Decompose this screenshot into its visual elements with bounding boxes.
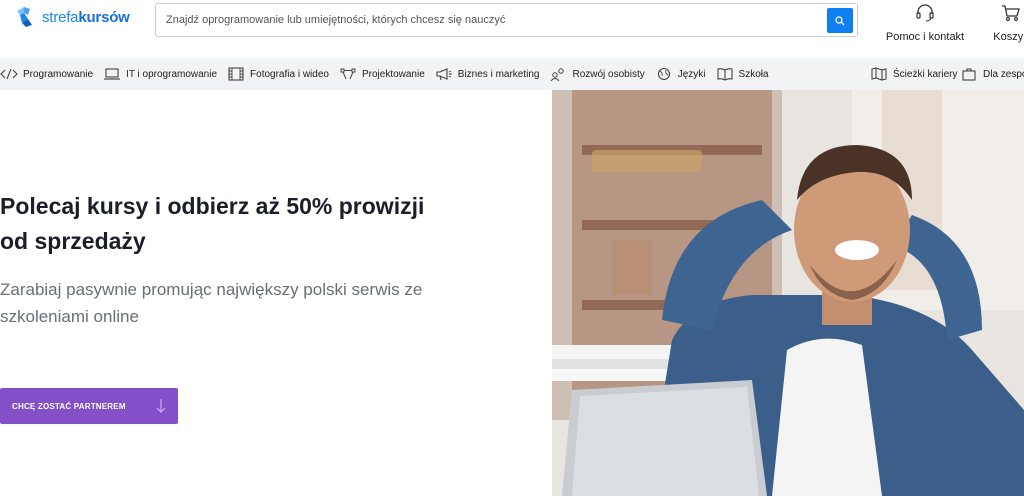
category-it[interactable]: IT i oprogramowanie [103, 58, 217, 90]
hero-subtitle: Zarabiaj pasywnie promując największy po… [0, 276, 470, 330]
nav-teams-label: Dla zespo [983, 68, 1024, 80]
category-projektowanie[interactable]: Projektowanie [339, 58, 425, 90]
film-icon [228, 67, 244, 81]
cart-icon [1002, 5, 1020, 21]
cart-link[interactable]: Koszyk [986, 4, 1024, 43]
hero-subtitle-line2: szkoleniami online [0, 307, 139, 326]
site-logo[interactable]: strefakursów [14, 5, 130, 29]
hero-section: Polecaj kursy i odbierz aż 50% prowizji … [0, 90, 552, 496]
help-contact-link[interactable]: Pomoc i kontakt [882, 4, 968, 43]
headset-icon [916, 4, 934, 22]
hero-illustration [552, 90, 1024, 496]
category-nav: Programowanie IT i oprogramowanie Fotogr… [0, 58, 1024, 90]
category-jezyki[interactable]: Języki [655, 58, 706, 90]
category-label: Programowanie [23, 68, 94, 80]
nav-career-paths[interactable]: Ścieżki kariery [870, 58, 957, 90]
cta-label: CHCĘ ZOSTAĆ PARTNEREM [12, 401, 126, 411]
help-label: Pomoc i kontakt [885, 31, 965, 43]
nav-career-label: Ścieżki kariery [893, 68, 958, 80]
search-input[interactable] [166, 4, 826, 36]
category-fotografia[interactable]: Fotografia i wideo [227, 58, 329, 90]
megaphone-icon [436, 68, 452, 81]
category-rozwoj[interactable]: Rozwój osobisty [549, 58, 645, 90]
logo-text: strefakursów [42, 8, 130, 26]
category-label: IT i oprogramowanie [126, 68, 218, 80]
search-button[interactable] [827, 8, 853, 33]
briefcase-icon [962, 68, 976, 81]
hero-headline-line1: Polecaj kursy i odbierz aż 50% prowizji [0, 193, 425, 219]
arrow-down-icon [156, 399, 166, 413]
cart-label: Koszyk [993, 31, 1024, 43]
search-icon [835, 15, 845, 25]
hero-photo [552, 90, 1024, 496]
category-label: Fotografia i wideo [250, 68, 329, 80]
category-programowanie[interactable]: Programowanie [0, 58, 93, 90]
category-label: Projektowanie [361, 68, 425, 80]
category-label: Języki [677, 68, 706, 80]
search-bar [155, 3, 858, 37]
logo-icon [17, 7, 32, 27]
become-partner-button[interactable]: CHCĘ ZOSTAĆ PARTNEREM [0, 388, 178, 424]
category-label: Biznes i marketing [457, 68, 540, 80]
design-icon [340, 68, 356, 80]
nav-for-teams[interactable]: Dla zespo [960, 58, 1024, 90]
category-label: Rozwój osobisty [572, 68, 645, 80]
category-szkola[interactable]: Szkoła [716, 58, 769, 90]
people-icon [551, 68, 565, 81]
laptop-icon [104, 68, 121, 80]
globe-icon [657, 67, 670, 81]
top-header: strefakursów Pomoc i kontakt Koszyk [0, 0, 1024, 58]
category-label: Szkoła [738, 68, 769, 80]
code-icon [0, 68, 18, 80]
hero-headline-line2: od sprzedaży [0, 228, 146, 254]
map-icon [871, 67, 887, 81]
hero-subtitle-line1: Zarabiaj pasywnie promując największy po… [0, 280, 423, 299]
hero-headline: Polecaj kursy i odbierz aż 50% prowizji … [0, 189, 500, 259]
category-biznes[interactable]: Biznes i marketing [435, 58, 540, 90]
book-icon [716, 68, 733, 81]
